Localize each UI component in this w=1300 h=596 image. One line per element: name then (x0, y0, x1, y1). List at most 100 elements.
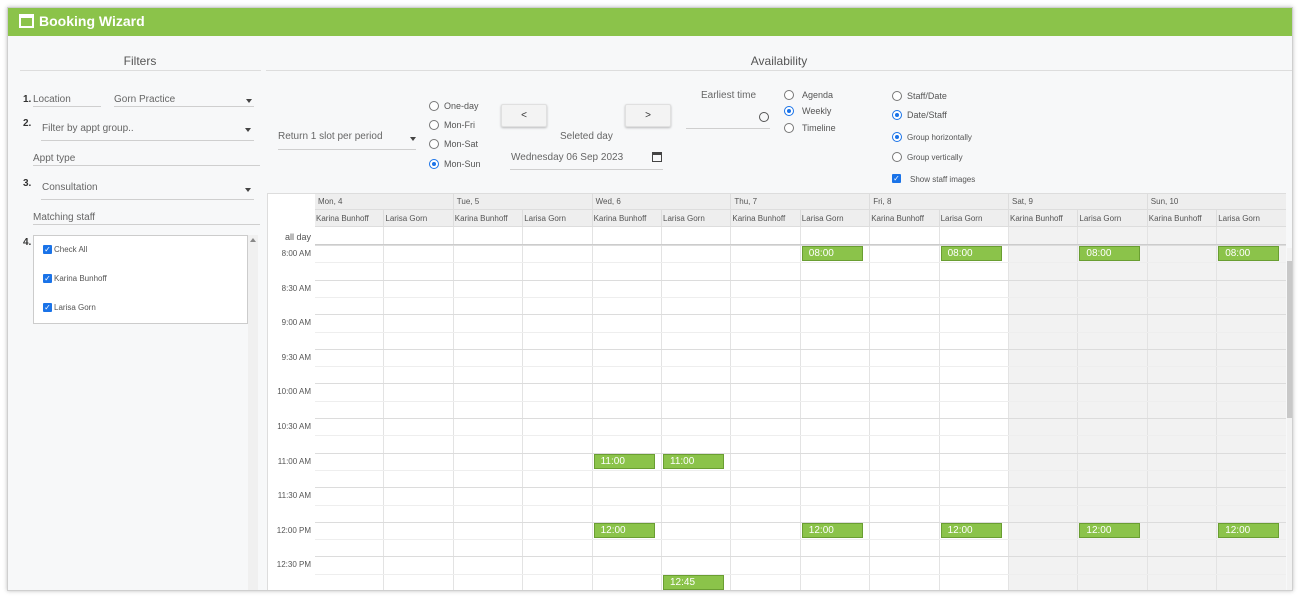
appt-type-value: Consultation (42, 182, 98, 193)
filters-heading: Filters (123, 54, 157, 68)
location-select[interactable]: Gorn Practice (114, 90, 254, 108)
hour-gridline (315, 383, 1286, 385)
day-range-option-one-day[interactable]: One-day (429, 101, 499, 114)
location-value: Gorn Practice (114, 94, 176, 105)
available-slot[interactable]: 12:45 (663, 574, 724, 590)
hour-gridline (315, 452, 1286, 454)
staff-column-header: Karina Bunhoff (731, 210, 801, 227)
slot-per-period-select[interactable]: Return 1 slot per period (278, 128, 416, 150)
checkbox-checked-icon: ✓ (43, 303, 52, 312)
staff-day-column[interactable] (1147, 227, 1218, 590)
selected-day-label: Seleted day (560, 131, 613, 142)
chevron-down-icon (246, 99, 252, 103)
view-option-timeline[interactable]: Timeline (784, 123, 864, 136)
staff-day-column[interactable] (870, 227, 940, 590)
step-1: 1. (23, 94, 32, 105)
show-staff-images-checkbox[interactable]: ✓ Show staff images (892, 174, 992, 187)
clock-icon (759, 112, 769, 122)
calendar-icon (652, 152, 662, 162)
chevron-down-icon (245, 188, 251, 192)
previous-period-button[interactable]: < (501, 104, 547, 127)
quarter-gridline (315, 573, 1286, 575)
grouping-option-date-staff[interactable]: Date/Staff (892, 110, 982, 123)
staff-day-column[interactable] (731, 227, 801, 590)
time-label: 8:30 AM (281, 283, 311, 293)
day-header: Sun, 10 (1147, 194, 1286, 210)
time-label: 10:30 AM (277, 422, 311, 431)
hour-gridline (315, 348, 1286, 350)
radio-selected-icon (784, 106, 794, 116)
orientation-option-vertical[interactable]: Group vertically (892, 152, 992, 165)
staff-day-column[interactable] (315, 227, 385, 590)
view-option-agenda[interactable]: Agenda (784, 90, 864, 103)
staff-checkbox-larisa-gorn[interactable]: ✓ Larisa Gorn (43, 303, 193, 317)
staff-day-column[interactable] (384, 227, 454, 590)
location-label-underline (33, 106, 101, 107)
appt-type-select[interactable]: Consultation (41, 178, 254, 200)
available-slot[interactable]: 12:00 (1218, 522, 1280, 538)
staff-column-header: Karina Bunhoff (592, 210, 662, 227)
available-slot[interactable]: 12:00 (1079, 522, 1141, 538)
day-range-option-mon-sat[interactable]: Mon-Sat (429, 139, 499, 152)
matching-staff-label: Matching staff (33, 212, 96, 223)
time-label: 11:30 AM (277, 491, 311, 501)
time-label: 10:00 AM (277, 387, 311, 397)
quarter-gridline (315, 435, 1286, 437)
calendar-scrollbar-thumb[interactable] (1287, 261, 1292, 418)
available-slot[interactable]: 11:00 (593, 453, 655, 469)
selected-day-field[interactable]: Wednesday 06 Sep 2023 (510, 150, 663, 170)
earliest-time-input[interactable] (686, 108, 770, 129)
staff-column-header: Larisa Gorn (1078, 210, 1148, 227)
scroll-up-icon (250, 238, 256, 242)
quarter-gridline (315, 262, 1286, 264)
day-header: Thu, 7 (731, 194, 871, 210)
staff-day-column[interactable] (454, 227, 524, 590)
available-slot[interactable]: 08:00 (940, 246, 1002, 261)
available-slot[interactable]: 08:00 (1079, 246, 1141, 261)
time-label: 12:30 PM (276, 560, 311, 570)
hour-gridline (315, 314, 1286, 316)
step-4: 4. (23, 237, 32, 248)
quarter-gridline (315, 469, 1286, 471)
slot-per-period-value: Return 1 slot per period (278, 131, 383, 142)
day-range-option-mon-sun[interactable]: Mon-Sun (429, 159, 499, 172)
staff-column-header: Larisa Gorn (384, 210, 454, 227)
staff-day-column[interactable] (1009, 227, 1079, 590)
grouping-option-staff-date[interactable]: Staff/Date (892, 91, 982, 104)
location-label: Location (33, 94, 71, 105)
day-range-option-mon-fri[interactable]: Mon-Fri (429, 120, 499, 133)
available-slot[interactable]: 08:00 (801, 246, 863, 261)
staff-column-header: Larisa Gorn (662, 210, 732, 227)
chevron-down-icon (245, 128, 251, 132)
available-slot[interactable]: 08:00 (1218, 246, 1280, 261)
availability-heading: Availability (750, 54, 808, 68)
availability-calendar: Mon, 4 Karina Bunhoff Larisa Gorn Tue, 5 Kar… (267, 193, 1286, 590)
quarter-gridline (315, 400, 1286, 402)
staff-day-column[interactable] (523, 227, 593, 590)
filters-scrollbar[interactable] (248, 235, 258, 590)
staff-item-label: Karina Bunhoff (54, 274, 107, 283)
radio-selected-icon (429, 159, 439, 169)
filters-divider (20, 70, 261, 71)
hour-gridline (315, 418, 1286, 419)
available-slot[interactable]: 12:00 (593, 522, 655, 538)
appt-group-filter-select[interactable]: Filter by appt group.. (41, 119, 254, 141)
staff-day-column[interactable] (662, 227, 732, 590)
staff-checkbox-check-all[interactable]: ✓ Check All (43, 245, 193, 259)
staff-checkbox-karina-bunhoff[interactable]: ✓ Karina Bunhoff (43, 274, 193, 288)
chevron-down-icon (410, 137, 416, 141)
quarter-gridline (315, 331, 1286, 333)
booking-wizard-window: Booking Wizard Filters 1. Location Gorn … (7, 7, 1293, 591)
hour-gridline (315, 279, 1286, 281)
step-3: 3. (23, 178, 32, 189)
view-option-weekly[interactable]: Weekly (784, 106, 864, 119)
available-slot[interactable]: 12:00 (940, 522, 1002, 538)
available-slot[interactable]: 11:00 (663, 453, 724, 469)
orientation-option-horizontal[interactable]: Group horizontally (892, 132, 992, 145)
time-label: 9:30 AM (281, 352, 311, 362)
radio-icon (784, 123, 794, 133)
quarter-gridline (315, 296, 1286, 298)
next-period-button[interactable]: > (625, 104, 671, 127)
time-label: 8:00 AM (281, 249, 311, 258)
available-slot[interactable]: 12:00 (801, 522, 863, 538)
